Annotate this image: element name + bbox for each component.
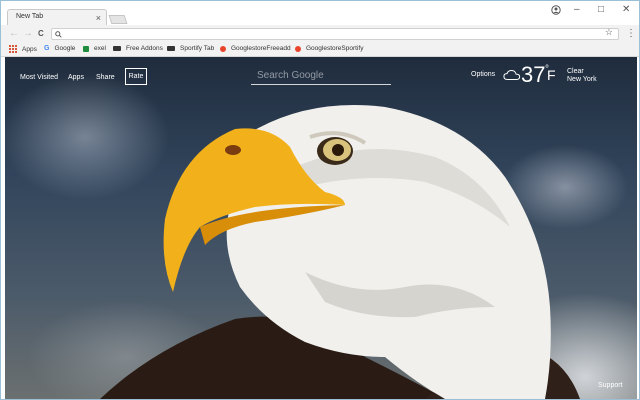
new-tab-page: Most Visited Apps Share Rate Options 37 … (5, 57, 637, 399)
google-icon: G (44, 45, 50, 52)
maximize-icon[interactable]: □ (598, 3, 604, 17)
sheet-icon (83, 45, 89, 52)
tab-title: New Tab (16, 13, 44, 20)
bookmark-google[interactable]: G Google (44, 45, 75, 52)
search-icon (55, 31, 62, 38)
bookmark-label: GooglestoreSportify (306, 45, 364, 52)
weather-details: Clear New York (567, 68, 597, 84)
address-bar[interactable]: ☆ (51, 27, 619, 40)
share-link[interactable]: Share (96, 74, 115, 81)
bookmark-sportify-tab[interactable]: Sportify Tab (167, 45, 214, 52)
bookmark-googlestore-freeadd[interactable]: GooglestoreFreeadd (220, 45, 291, 52)
cloud-icon (503, 70, 521, 80)
reload-icon[interactable]: C (38, 26, 44, 42)
addon-icon (167, 46, 175, 51)
bookmark-apps[interactable]: Apps (9, 45, 37, 53)
bookmark-label: Sportify Tab (180, 45, 215, 52)
new-tab-button[interactable] (108, 15, 128, 24)
most-visited-link[interactable]: Most Visited (20, 74, 58, 81)
weather-unit: F (547, 67, 556, 83)
options-link[interactable]: Options (471, 71, 495, 78)
bookmarks-bar: Apps G Google exel Free Addons Sportify … (1, 43, 639, 57)
profile-icon[interactable] (551, 5, 561, 15)
weather-location: New York (567, 76, 597, 83)
store-icon (295, 45, 301, 52)
store-icon (220, 45, 226, 52)
bookmark-googlestore-sportify[interactable]: GooglestoreSportify (295, 45, 363, 52)
menu-icon[interactable]: ⋮ (626, 26, 636, 42)
tab-new-tab[interactable]: New Tab × (7, 9, 107, 26)
bookmark-exel[interactable]: exel (83, 45, 106, 52)
back-icon[interactable]: ← (9, 26, 19, 42)
browser-window: New Tab × – □ ✕ ← → C ☆ ⋮ Apps G Google … (0, 0, 640, 400)
forward-icon[interactable]: → (23, 26, 33, 42)
tab-close-icon[interactable]: × (96, 11, 101, 25)
addon-icon (113, 46, 121, 51)
weather-temperature: 37 (521, 62, 546, 87)
title-bar: New Tab × – □ ✕ (1, 1, 639, 26)
bookmark-free-addons[interactable]: Free Addons (113, 45, 163, 52)
search-input[interactable] (251, 67, 391, 85)
minimize-icon[interactable]: – (574, 3, 580, 17)
bookmark-label: GooglestoreFreeadd (231, 45, 291, 52)
bookmark-label: Apps (22, 45, 37, 53)
background-image (100, 105, 580, 399)
support-link[interactable]: Support (598, 382, 623, 389)
apps-grid-icon (9, 45, 17, 53)
bookmark-label: exel (94, 45, 106, 52)
weather-condition: Clear (567, 68, 584, 75)
apps-link[interactable]: Apps (68, 74, 84, 81)
bookmark-star-icon[interactable]: ☆ (605, 27, 613, 38)
bookmark-label: Free Addons (126, 45, 163, 52)
rate-button[interactable]: Rate (125, 68, 147, 85)
bookmark-label: Google (54, 45, 76, 52)
window-close-icon[interactable]: ✕ (622, 3, 630, 17)
browser-toolbar: ← → C ☆ ⋮ (1, 25, 639, 43)
